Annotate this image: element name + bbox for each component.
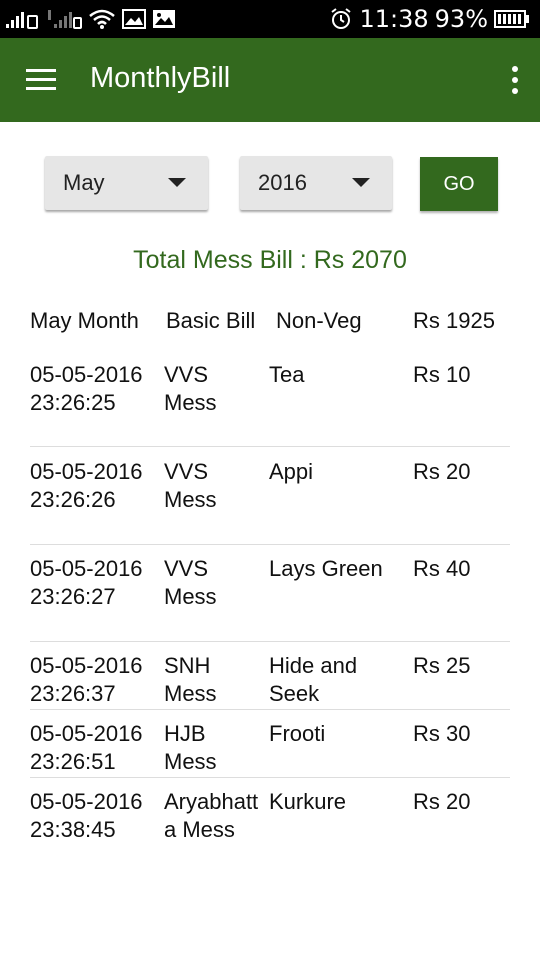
list-item: 05-05-2016 23:38:45 Aryabhatt a Mess Kur… xyxy=(0,788,540,848)
menu-icon[interactable] xyxy=(24,66,60,94)
signal-icon xyxy=(48,10,82,29)
entry-amount: Rs 10 xyxy=(413,362,471,387)
entry-mess: Aryabhatt a Mess xyxy=(164,789,259,842)
dropdown-arrow-icon xyxy=(352,178,370,187)
list-item: 05-05-2016 23:26:37 SNH Mess Hide and Se… xyxy=(0,652,540,712)
basic-bill-row: May Month Basic Bill Non-Veg Rs 1925 xyxy=(0,307,540,337)
month-value: May xyxy=(63,170,105,195)
divider xyxy=(30,777,510,778)
entry-mess: SNH Mess xyxy=(164,653,217,706)
basic-type: Basic Bill xyxy=(166,308,256,333)
entry-mess: HJB Mess xyxy=(164,721,217,774)
list-item: 05-05-2016 23:26:25 VVS Mess Tea Rs 10 xyxy=(0,361,540,421)
entry-datetime: 05-05-2016 23:38:45 xyxy=(30,789,143,842)
basic-amount: Rs 1925 xyxy=(413,308,495,333)
entry-item: Frooti xyxy=(269,721,326,746)
entry-item: Lays Green xyxy=(269,556,383,581)
divider xyxy=(30,544,510,545)
status-time: 11:38 xyxy=(359,5,429,33)
go-button[interactable]: GO xyxy=(420,157,498,211)
image-icon xyxy=(122,9,146,29)
battery-percent: 93% xyxy=(434,5,488,33)
entry-item: Hide and Seek xyxy=(269,653,358,706)
total-mess-bill: Total Mess Bill : Rs 2070 xyxy=(133,246,407,274)
divider xyxy=(30,709,510,710)
app-bar: MonthlyBill xyxy=(0,38,540,122)
entry-amount: Rs 25 xyxy=(413,653,471,678)
entry-mess: VVS Mess xyxy=(164,362,217,415)
divider xyxy=(30,446,510,447)
alarm-icon xyxy=(331,8,352,29)
entry-item: Tea xyxy=(269,362,305,387)
list-item: 05-05-2016 23:26:27 VVS Mess Lays Green … xyxy=(0,555,540,615)
list-item: 05-05-2016 23:26:51 HJB Mess Frooti Rs 3… xyxy=(0,720,540,780)
entry-datetime: 05-05-2016 23:26:27 xyxy=(30,556,143,609)
wifi-icon xyxy=(89,9,115,29)
battery-icon xyxy=(494,10,529,28)
list-item: 05-05-2016 23:26:26 VVS Mess Appi Rs 20 xyxy=(0,458,540,518)
year-value: 2016 xyxy=(258,170,307,195)
basic-category: Non-Veg xyxy=(276,308,362,333)
basic-month: May Month xyxy=(30,308,139,333)
entry-datetime: 05-05-2016 23:26:51 xyxy=(30,721,143,774)
entry-item: Appi xyxy=(269,459,314,484)
app-title: MonthlyBill xyxy=(90,62,231,94)
year-spinner[interactable]: 2016 xyxy=(240,156,392,210)
entry-amount: Rs 40 xyxy=(413,556,471,581)
entry-datetime: 05-05-2016 23:26:25 xyxy=(30,362,143,415)
entry-amount: Rs 20 xyxy=(413,459,471,484)
entry-mess: VVS Mess xyxy=(164,556,217,609)
status-bar: 11:38 93% xyxy=(0,0,540,38)
entry-datetime: 05-05-2016 23:26:37 xyxy=(30,653,143,706)
entry-amount: Rs 30 xyxy=(413,721,471,746)
more-vert-icon[interactable] xyxy=(506,64,524,96)
entry-mess: VVS Mess xyxy=(164,459,217,512)
entry-datetime: 05-05-2016 23:26:26 xyxy=(30,459,143,512)
entry-item: Kurkure xyxy=(269,789,347,814)
dropdown-arrow-icon xyxy=(168,178,186,187)
status-icons-left xyxy=(6,6,176,32)
month-spinner[interactable]: May xyxy=(45,156,208,210)
status-icons-right: 11:38 93% xyxy=(329,4,530,34)
divider xyxy=(30,641,510,642)
signal-icon xyxy=(6,12,38,29)
entry-amount: Rs 20 xyxy=(413,789,471,814)
image-icon xyxy=(153,10,175,28)
